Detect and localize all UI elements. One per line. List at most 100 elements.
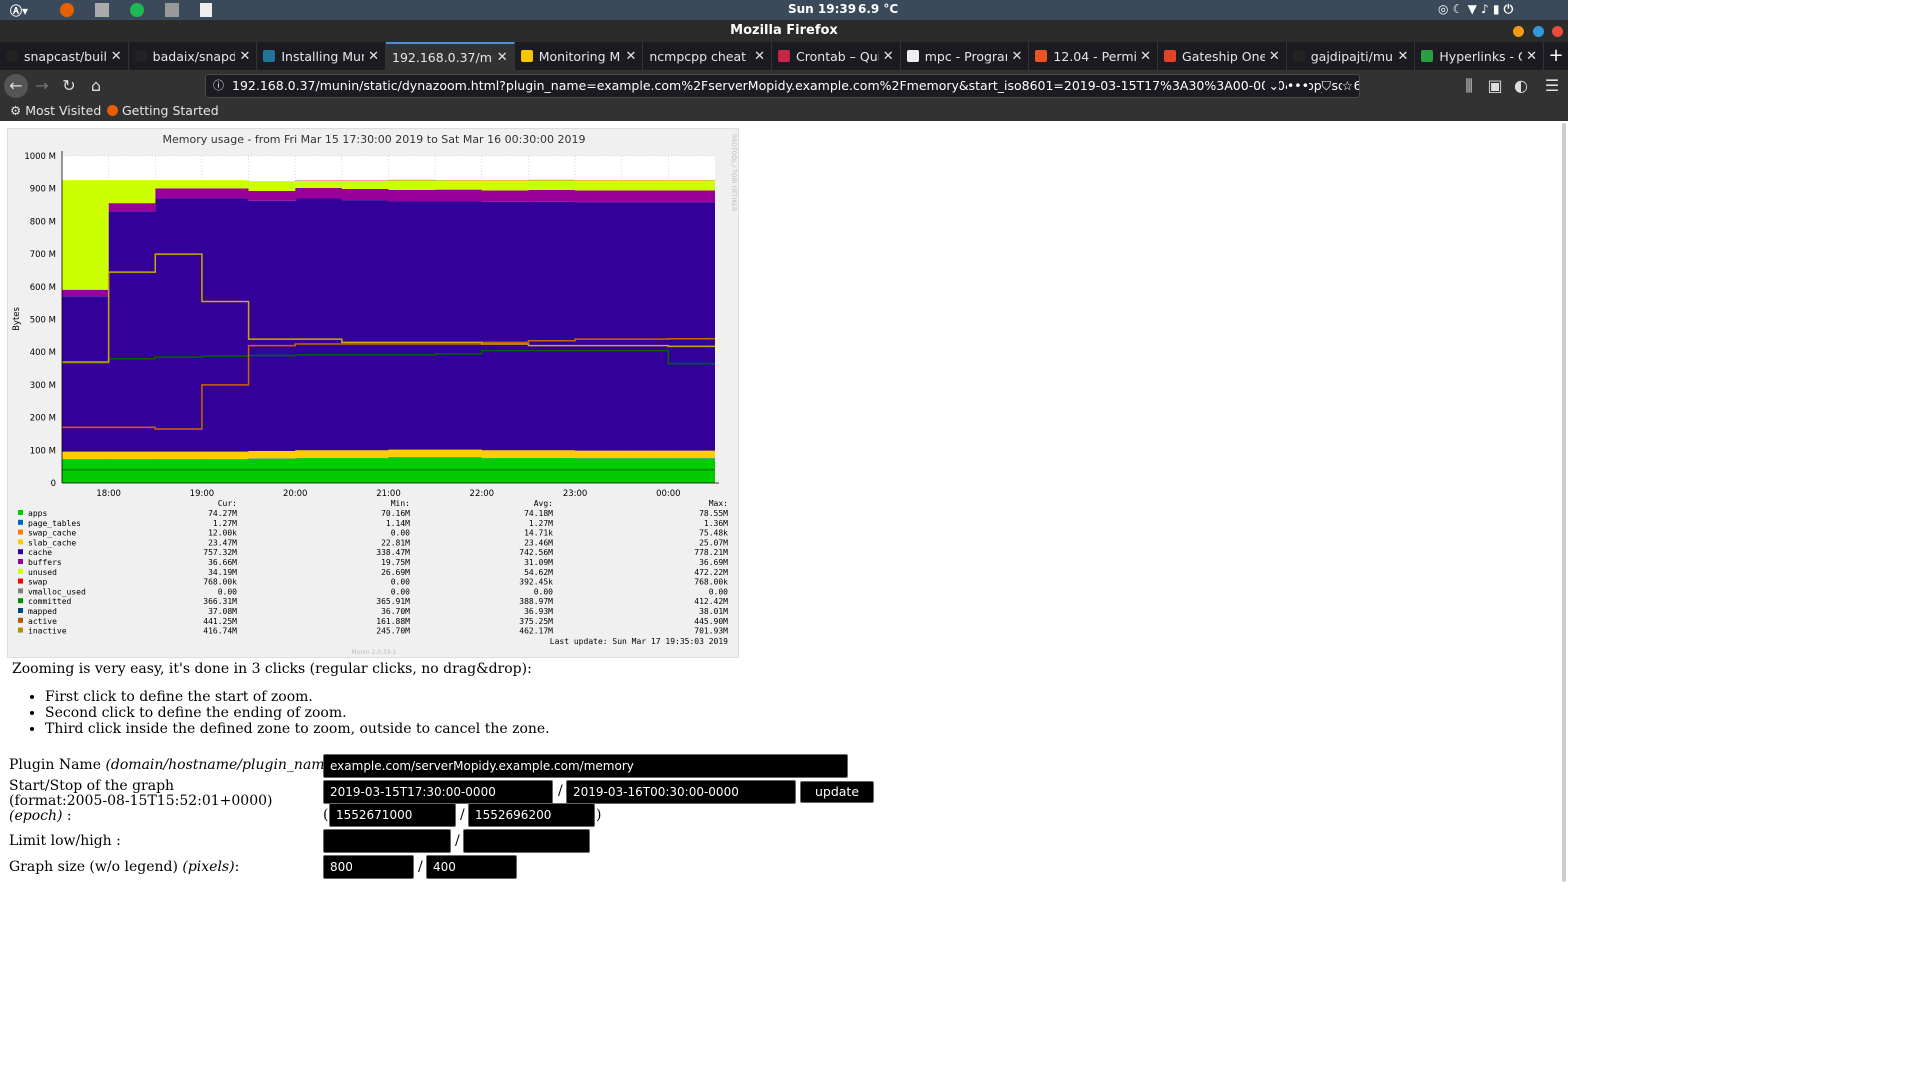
legend-avg: 392.45k (519, 578, 553, 587)
tab-close-icon[interactable]: ✕ (1011, 49, 1022, 64)
url-text: 192.168.0.37/munin/static/dynazoom.html?… (232, 78, 1360, 93)
tab-close-icon[interactable]: ✕ (239, 49, 250, 64)
tab[interactable]: Gateship One ✕ (1158, 42, 1287, 70)
tab[interactable]: snapcast/buil ✕ (0, 42, 129, 70)
minimize-button[interactable] (1513, 26, 1524, 37)
limit-high-input[interactable] (463, 829, 590, 853)
scrollbar-thumb[interactable] (1562, 123, 1566, 882)
x-tick-label: 20:00 (283, 489, 308, 499)
tab-close-icon[interactable]: ✕ (1526, 49, 1537, 64)
tab-label: gajdipajti/mun (1310, 48, 1394, 64)
tab[interactable]: 12.04 - Permis ✕ (1029, 42, 1159, 70)
x-tick-label: 23:00 (563, 489, 588, 499)
limit-low-input[interactable] (323, 829, 451, 853)
maximize-button[interactable] (1533, 26, 1544, 37)
tab-close-icon[interactable]: ✕ (111, 49, 122, 64)
close-button[interactable] (1552, 26, 1563, 37)
tab[interactable]: Hyperlinks - O ✕ (1415, 42, 1545, 70)
stop-iso-input[interactable]: 2019-03-16T00:30:00-0000 (566, 780, 796, 804)
tab-close-icon[interactable]: ✕ (754, 49, 765, 64)
legend-max: 78.55M (699, 509, 728, 518)
page-actions-icon[interactable]: ••• (1286, 75, 1309, 97)
start-iso-input[interactable]: 2019-03-15T17:30:00-0000 (323, 780, 553, 804)
tab-close-icon[interactable]: ✕ (497, 50, 508, 65)
legend-swatch (18, 539, 23, 545)
library-icon[interactable]: ⫼ (1457, 74, 1481, 98)
tab-close-icon[interactable]: ✕ (1269, 49, 1280, 64)
graph-width-input[interactable]: 800 (323, 855, 414, 879)
files-icon[interactable] (95, 3, 109, 17)
activities-icon[interactable]: Ⓐ▾ (10, 2, 28, 19)
firefox-icon[interactable] (60, 3, 74, 17)
info-icon[interactable]: ⓘ (213, 75, 224, 97)
extension-icon[interactable]: ◐ (1509, 74, 1533, 98)
update-button[interactable]: update (800, 781, 874, 803)
tab-close-icon[interactable]: ✕ (1397, 49, 1408, 64)
start-epoch-input[interactable]: 1552671000 (329, 803, 456, 827)
y-tick-label: 800 M (30, 217, 56, 227)
tab-close-icon[interactable]: ✕ (1140, 49, 1151, 64)
pocket-icon[interactable]: ⛉ (1321, 75, 1331, 97)
home-button[interactable]: ⌂ (84, 74, 108, 98)
memory-chart[interactable]: Memory usage - from Fri Mar 15 17:30:00 … (8, 129, 740, 659)
legend-swatch (18, 617, 23, 623)
tab-close-icon[interactable]: ✕ (883, 49, 894, 64)
sidebar-icon[interactable]: ▣ (1483, 74, 1507, 98)
tab[interactable]: ncmpcpp cheat sh ✕ (643, 42, 773, 70)
legend-max: 25.07M (699, 538, 728, 547)
y-tick-label: 100 M (30, 446, 56, 456)
forward-button[interactable]: → (30, 74, 54, 98)
tab-close-icon[interactable]: ✕ (625, 49, 636, 64)
munin-graph[interactable]: Memory usage - from Fri Mar 15 17:30:00 … (7, 128, 739, 658)
bookmark-getting-started[interactable]: Getting Started (107, 103, 219, 118)
menu-icon[interactable]: ☰ (1540, 74, 1564, 98)
legend-cur: 23.47M (208, 538, 237, 547)
clock[interactable]: Sun 19:39 (788, 2, 856, 16)
legend-min: 19.75M (381, 558, 410, 567)
legend-cur: 768.00k (203, 578, 237, 587)
legend-min: 36.70M (381, 607, 410, 616)
plugin-name-input[interactable]: example.com/serverMopidy.example.com/mem… (323, 754, 848, 778)
legend-avg: 1.27M (529, 519, 553, 528)
legend-swatch (18, 588, 23, 594)
legend-min: 0.00 (391, 587, 410, 596)
tab[interactable]: 192.168.0.37/mun ✕ (386, 42, 515, 70)
tray-icons[interactable]: ◎ ☾ ▼ ♪ ▮ ⏻ (1438, 2, 1513, 17)
bookmark-most-visited[interactable]: ⚙ Most Visited (10, 103, 101, 118)
bookmark-label: Getting Started (121, 103, 219, 118)
scrollbar[interactable] (1560, 123, 1568, 882)
legend-avg: 31.09M (524, 558, 553, 567)
new-tab-button[interactable]: + (1544, 42, 1568, 70)
spotify-icon[interactable] (130, 3, 144, 17)
stop-epoch-input[interactable]: 1552696200 (468, 803, 595, 827)
dropdown-icon[interactable]: ⌄ (1264, 75, 1279, 97)
tab-label: Hyperlinks - O (1439, 48, 1523, 64)
legend-avg: 54.62M (524, 568, 553, 577)
tab[interactable]: Monitoring Mu ✕ (515, 42, 644, 70)
back-button[interactable]: ← (4, 74, 28, 98)
tab[interactable]: mpc - Program✕ (901, 42, 1030, 70)
legend-avg: 742.56M (519, 548, 553, 557)
bookmark-star-icon[interactable]: ☆ (1341, 75, 1353, 97)
legend-name: committed (28, 597, 72, 606)
start-stop-label: Start/Stop of the graph (format:2005-08-… (9, 778, 273, 824)
legend-header: Min: (391, 499, 410, 508)
document-icon[interactable] (200, 3, 212, 17)
legend-header: Max: (709, 499, 728, 508)
tab-close-icon[interactable]: ✕ (368, 49, 379, 64)
legend-min: 1.14M (386, 519, 410, 528)
bookmark-label: Most Visited (25, 103, 102, 118)
terminal-icon[interactable] (165, 3, 179, 17)
tab-strip: snapcast/buil ✕ badaix/snapd ✕ Installing Mu… (0, 42, 1568, 70)
tab[interactable]: gajdipajti/mun ✕ (1287, 42, 1416, 70)
graph-height-input[interactable]: 400 (426, 855, 517, 879)
github-icon (1292, 50, 1305, 62)
reload-button[interactable]: ↻ (57, 74, 81, 98)
weather[interactable]: 6.9 °C (858, 2, 898, 16)
y-tick-label: 200 M (30, 414, 56, 424)
legend-name: mapped (28, 607, 57, 616)
tab[interactable]: Installing Mun ✕ (257, 42, 387, 70)
url-bar[interactable]: ⓘ 192.168.0.37/munin/static/dynazoom.htm… (205, 74, 1360, 98)
tab[interactable]: Crontab – Quic ✕ (772, 42, 901, 70)
tab[interactable]: badaix/snapd ✕ (129, 42, 258, 70)
